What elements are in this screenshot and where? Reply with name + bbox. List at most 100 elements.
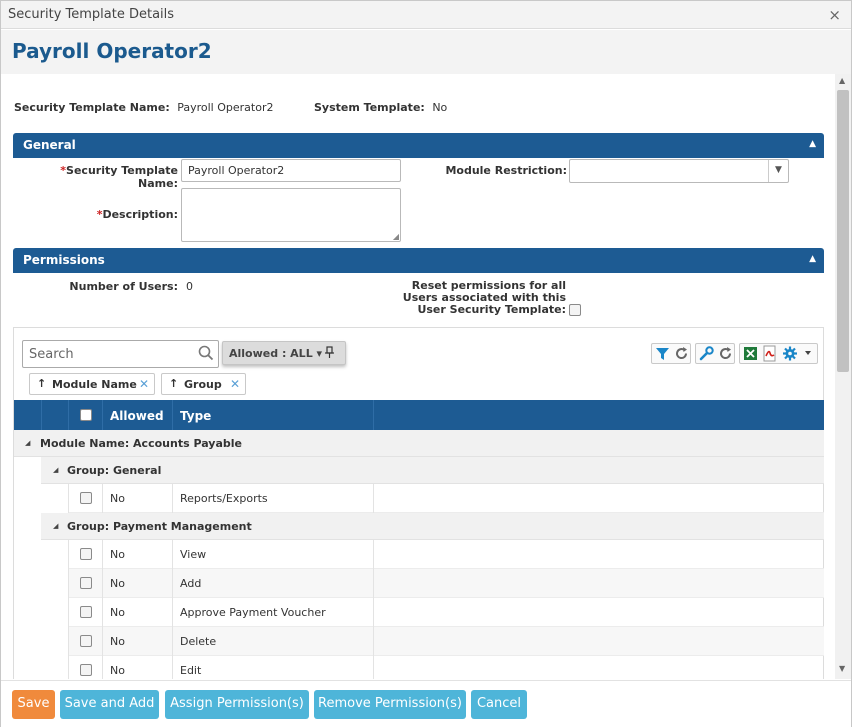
table-row[interactable]: No View xyxy=(68,540,824,569)
pin-icon[interactable] xyxy=(325,346,334,362)
general-section-title: General xyxy=(23,138,76,152)
allowed-filter-button[interactable]: Allowed : ALL ▾ xyxy=(222,341,346,365)
save-button[interactable]: Save xyxy=(12,690,55,719)
wrench-icon[interactable] xyxy=(697,344,716,363)
settings-toolbar-group xyxy=(695,343,735,364)
group-label: Group: General xyxy=(67,464,162,477)
dialog-footer: Save Save and Add Assign Permission(s) R… xyxy=(1,680,851,727)
collapse-icon[interactable]: ▲ xyxy=(809,139,816,149)
sort-up-icon: ↑ xyxy=(169,377,179,390)
table-row[interactable]: No Approve Payment Voucher xyxy=(68,598,824,627)
type-cell: Add xyxy=(180,577,202,590)
permissions-section-title: Permissions xyxy=(23,253,105,267)
system-template-value: No xyxy=(432,101,448,114)
row-checkbox[interactable] xyxy=(80,492,92,504)
collapse-icon[interactable]: ◢ xyxy=(53,466,58,474)
save-and-add-button[interactable]: Save and Add xyxy=(60,690,159,719)
page-title: Payroll Operator2 xyxy=(12,39,212,63)
filter-toolbar-group xyxy=(651,343,691,364)
group-chip-module-name[interactable]: ↑ Module Name ✕ xyxy=(29,373,155,395)
scroll-down-icon[interactable]: ▼ xyxy=(839,664,845,673)
description-field[interactable]: ◢ xyxy=(181,188,401,242)
allowed-cell: No xyxy=(110,664,125,677)
allowed-cell: No xyxy=(110,577,125,590)
refresh-icon[interactable] xyxy=(672,344,691,363)
group-chip-label: Module Name xyxy=(52,378,137,391)
template-name-field[interactable]: Payroll Operator2 xyxy=(181,159,401,182)
refresh-icon[interactable] xyxy=(716,344,735,363)
table-row[interactable]: No Reports/Exports xyxy=(68,484,824,513)
group-chip-group[interactable]: ↑ Group ✕ xyxy=(161,373,246,395)
template-name-info: Security Template Name: Payroll Operator… xyxy=(14,101,273,114)
module-group-label: Module Name: Accounts Payable xyxy=(40,437,243,450)
pdf-icon[interactable] xyxy=(760,344,779,363)
dialog-content[interactable]: Security Template Name: Payroll Operator… xyxy=(1,74,834,679)
module-restriction-label: Module Restriction: xyxy=(445,164,567,177)
general-section-header[interactable]: General ▲ xyxy=(13,133,824,158)
template-name-info-value: Payroll Operator2 xyxy=(177,101,274,114)
vertical-scrollbar[interactable]: ▲ ▼ xyxy=(835,74,851,679)
chevron-down-icon[interactable]: ▼ xyxy=(768,160,788,182)
collapse-icon[interactable]: ▲ xyxy=(809,254,816,264)
allowed-cell: No xyxy=(110,548,125,561)
gear-icon[interactable] xyxy=(780,344,818,363)
scrollbar-thumb[interactable] xyxy=(837,90,849,372)
template-name-label: *Security Template Name: xyxy=(60,164,178,190)
excel-icon[interactable] xyxy=(741,344,760,363)
export-toolbar-group xyxy=(739,343,818,364)
filter-icon[interactable] xyxy=(653,344,672,363)
permissions-section-header[interactable]: Permissions ▲ xyxy=(13,248,824,273)
permissions-grid: Search Allowed : ALL ▾ ↑ Module Name ✕ ↑… xyxy=(13,327,824,679)
template-name-info-label: Security Template Name: xyxy=(14,101,170,114)
type-cell: Delete xyxy=(180,635,217,648)
search-input[interactable]: Search xyxy=(22,340,219,368)
row-checkbox[interactable] xyxy=(80,577,92,589)
cancel-button[interactable]: Cancel xyxy=(471,690,527,719)
collapse-icon[interactable]: ◢ xyxy=(53,522,58,530)
row-checkbox[interactable] xyxy=(80,606,92,618)
row-checkbox[interactable] xyxy=(80,635,92,647)
dialog-titlebar: Security Template Details × xyxy=(1,1,851,29)
remove-permissions-button[interactable]: Remove Permission(s) xyxy=(314,690,466,719)
collapse-icon[interactable]: ◢ xyxy=(25,439,30,447)
resize-grip-icon[interactable]: ◢ xyxy=(393,232,399,241)
security-template-dialog: Security Template Details × Payroll Oper… xyxy=(0,0,852,727)
table-row[interactable]: No Delete xyxy=(68,627,824,656)
column-header-allowed[interactable]: Allowed xyxy=(110,409,164,423)
dialog-title: Security Template Details xyxy=(8,7,175,22)
table-row[interactable]: No Add xyxy=(68,569,824,598)
group-label: Group: Payment Management xyxy=(67,520,252,533)
type-cell: Edit xyxy=(180,664,202,677)
row-checkbox[interactable] xyxy=(80,664,92,676)
number-of-users-label: Number of Users: xyxy=(69,280,178,293)
type-cell: Approve Payment Voucher xyxy=(180,606,326,619)
assign-permissions-button[interactable]: Assign Permission(s) xyxy=(165,690,309,719)
description-label: *Description: xyxy=(96,208,178,221)
reset-permissions-label: Reset permissions for all Users associat… xyxy=(402,279,566,316)
system-template-info: System Template: No xyxy=(314,101,447,114)
reset-permissions-checkbox[interactable] xyxy=(569,304,581,316)
row-checkbox[interactable] xyxy=(80,548,92,560)
select-all-checkbox[interactable] xyxy=(80,409,92,421)
search-icon[interactable] xyxy=(198,345,214,364)
column-header-type[interactable]: Type xyxy=(180,409,211,423)
close-icon[interactable]: × xyxy=(828,6,841,24)
system-template-label: System Template: xyxy=(314,101,425,114)
search-placeholder: Search xyxy=(29,347,74,362)
remove-chip-icon[interactable]: ✕ xyxy=(230,377,240,391)
group-row-payment-management[interactable]: ◢ Group: Payment Management xyxy=(41,513,824,540)
sort-up-icon: ↑ xyxy=(37,377,47,390)
allowed-filter-label: Allowed : ALL ▾ xyxy=(229,347,323,360)
type-cell: Reports/Exports xyxy=(180,492,268,505)
number-of-users-value: 0 xyxy=(186,280,193,293)
allowed-cell: No xyxy=(110,606,125,619)
table-row[interactable]: No Edit xyxy=(68,656,824,679)
page-header: Payroll Operator2 xyxy=(1,30,851,74)
remove-chip-icon[interactable]: ✕ xyxy=(139,377,149,391)
scroll-up-icon[interactable]: ▲ xyxy=(839,76,845,85)
allowed-cell: No xyxy=(110,635,125,648)
module-group-row[interactable]: ◢ Module Name: Accounts Payable xyxy=(14,430,824,457)
group-row-general[interactable]: ◢ Group: General xyxy=(41,457,824,484)
group-chip-label: Group xyxy=(184,378,222,391)
module-restriction-select[interactable]: ▼ xyxy=(569,159,789,183)
